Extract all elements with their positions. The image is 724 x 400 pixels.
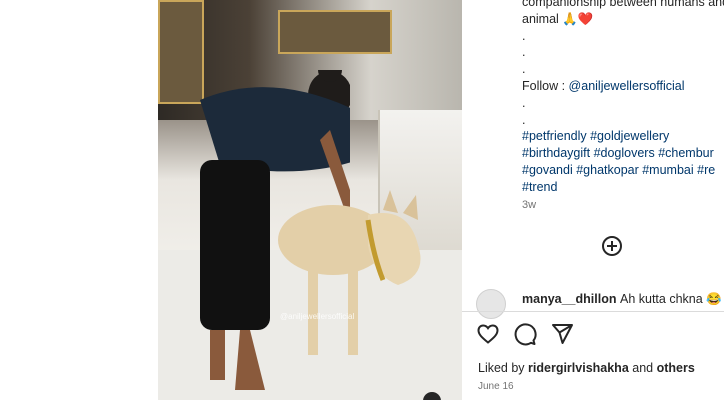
caption-follow-line: Follow : @aniljewellersofficial [522, 78, 724, 95]
hashtags-line[interactable]: #birthdaygift #doglovers #chembur [522, 145, 724, 162]
post-time-ago[interactable]: 3w [522, 199, 536, 211]
media-watermark: @aniljewellersofficial [280, 312, 355, 321]
post-actions [476, 322, 596, 346]
heart-icon[interactable] [476, 322, 500, 346]
post-caption: companionship between humans and animal … [522, 0, 724, 196]
praying-hands-icon: 🙏 [562, 11, 578, 26]
likes-prefix: Liked by [478, 361, 529, 375]
post-date[interactable]: June 16 [478, 381, 514, 392]
likes-summary: Liked by ridergirlvishakha and others [478, 361, 695, 375]
caption-dot: . [522, 45, 526, 60]
caption-line: companionship between humans and [522, 0, 724, 9]
heart-emoji-icon: ❤️ [577, 11, 594, 26]
jewellery-shelf [278, 10, 392, 54]
comment-text: Ah kutta chkna 😂 [620, 292, 722, 306]
share-icon[interactable] [550, 322, 574, 346]
comment-item: manya__dhillon Ah kutta chkna 😂 [476, 289, 724, 319]
post-media[interactable]: @aniljewellersofficial [158, 0, 462, 400]
likes-others-link[interactable]: others [657, 361, 695, 375]
follow-handle-link[interactable]: @aniljewellersofficial [569, 79, 685, 93]
caption-dot: . [522, 112, 526, 127]
comment-username[interactable]: manya__dhillon [522, 292, 616, 306]
hashtags-line[interactable]: #govandi #ghatkopar #mumbai #re [522, 162, 724, 179]
caption-dot: . [522, 62, 526, 77]
divider [462, 311, 724, 312]
avatar[interactable] [476, 289, 506, 319]
likes-middle: and [628, 361, 657, 375]
post-details-panel: companionship between humans and animal … [462, 0, 724, 400]
caption-text: animal [522, 11, 559, 26]
comment-icon[interactable] [513, 322, 537, 346]
caption-dot: . [522, 28, 526, 43]
dog-figure [278, 190, 421, 355]
add-comment-icon[interactable] [602, 236, 622, 256]
follow-prefix: Follow : [522, 78, 569, 93]
left-gutter [0, 0, 158, 400]
caption-dot: . [522, 95, 526, 110]
hashtags-line[interactable]: #petfriendly #goldjewellery [522, 128, 724, 145]
caption-line: animal 🙏❤️ [522, 11, 724, 28]
likes-user-link[interactable]: ridergirlvishakha [528, 361, 629, 375]
hashtags-line[interactable]: #trend [522, 179, 724, 196]
